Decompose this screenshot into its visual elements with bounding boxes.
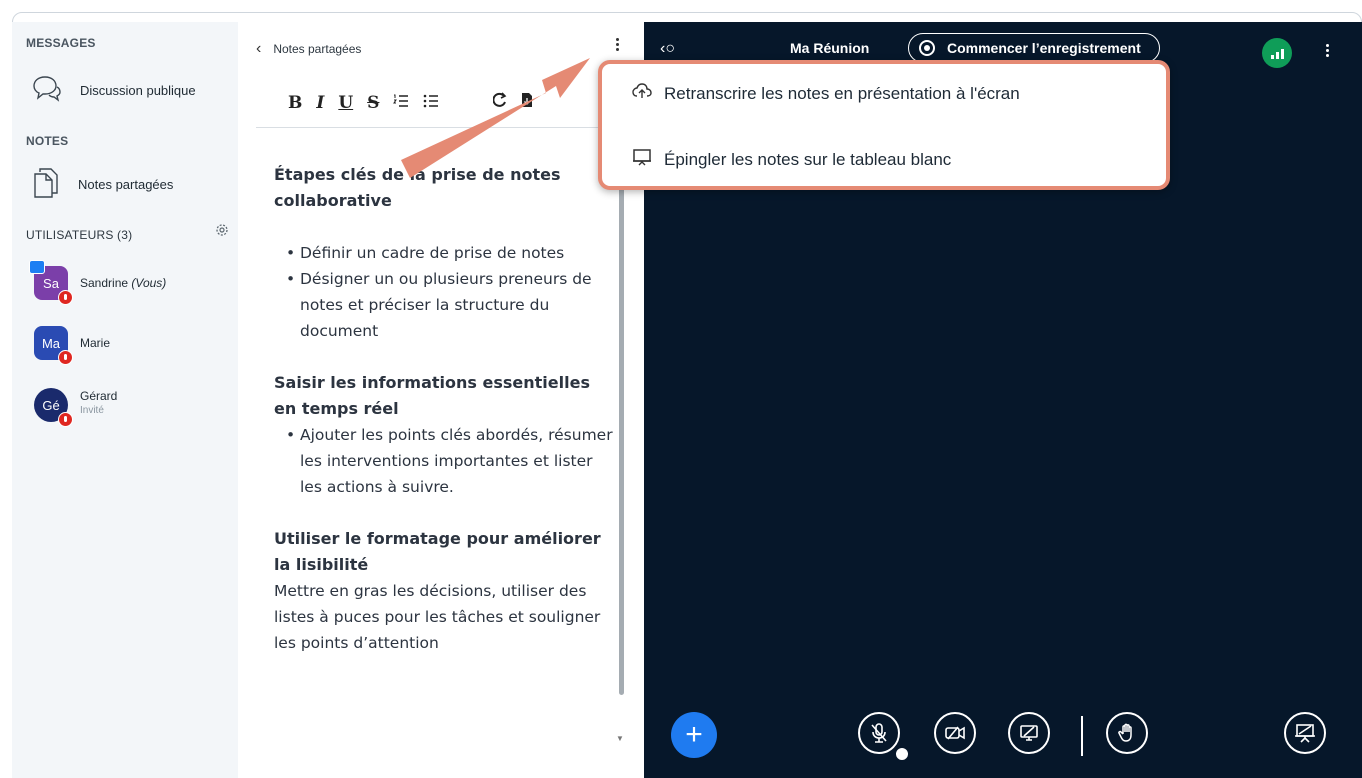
bullet-list-icon[interactable] xyxy=(423,93,439,113)
notes-section-title: NOTES xyxy=(26,134,69,148)
more-options-icon[interactable] xyxy=(1322,42,1332,62)
note-list-item: Définir un cadre de prise de notes xyxy=(286,240,614,266)
microphone-muted-icon[interactable] xyxy=(858,712,900,754)
avatar: Ma xyxy=(34,326,73,365)
user-list-item[interactable]: Ma Marie xyxy=(34,326,111,365)
controls-divider xyxy=(1081,716,1083,756)
notes-header: ‹ Notes partagées xyxy=(256,40,361,58)
chevron-up-icon[interactable] xyxy=(894,746,910,762)
shared-notes-panel: ‹ Notes partagées B I U S Étapes clés de… xyxy=(238,22,644,778)
sidebar-item-label: Notes partagées xyxy=(78,177,174,192)
connection-status-icon[interactable] xyxy=(1262,38,1292,68)
note-heading: Utiliser le formatage pour améliorer la … xyxy=(274,529,601,574)
record-label: Commencer l’enregistrement xyxy=(947,40,1141,56)
chevron-left-icon[interactable]: ‹ xyxy=(256,40,261,58)
start-recording-button[interactable]: Commencer l’enregistrement xyxy=(908,33,1160,63)
presentation-icon[interactable] xyxy=(1284,712,1326,754)
avatar-initials: Ma xyxy=(41,335,61,351)
redo-icon[interactable] xyxy=(492,92,507,113)
user-list-item[interactable]: Sa Sandrine (Vous) xyxy=(29,260,166,305)
meeting-title: Ma Réunion xyxy=(790,40,870,56)
scrollbar[interactable] xyxy=(619,150,624,695)
notes-options-menu: Retranscrire les notes en présentation à… xyxy=(598,60,1170,190)
microphone-muted-icon xyxy=(58,290,73,305)
user-name: Sandrine (Vous) xyxy=(80,276,166,290)
menu-item-label: Retranscrire les notes en présentation à… xyxy=(664,83,1020,103)
users-section-title: UTILISATEURS (3) xyxy=(26,228,133,242)
notes-document[interactable]: Étapes clés de la prise de notes collabo… xyxy=(274,162,614,754)
note-list-item: Ajouter les points clés abordés, résumer… xyxy=(286,422,614,500)
cloud-upload-icon xyxy=(632,82,652,105)
avatar: Gé xyxy=(34,388,73,427)
user-role: Invité xyxy=(80,404,104,416)
user-name-text: Sandrine xyxy=(80,276,129,290)
record-icon xyxy=(919,40,935,56)
microphone-muted-icon xyxy=(58,412,73,427)
camera-off-icon[interactable] xyxy=(934,712,976,754)
user-info: Gérard Invité xyxy=(80,389,117,416)
document-icon xyxy=(32,166,60,203)
note-heading: Étapes clés de la prise de notes collabo… xyxy=(274,165,561,210)
toolbar-divider xyxy=(256,127,620,128)
sidebar-item-label: Discussion publique xyxy=(80,83,196,98)
note-list: Ajouter les points clés abordés, résumer… xyxy=(274,422,614,500)
user-you-suffix: (Vous) xyxy=(131,276,167,290)
collapse-panel-icon[interactable]: ‹○ xyxy=(660,40,675,58)
italic-button[interactable]: I xyxy=(316,93,324,113)
user-name: Gérard xyxy=(80,388,118,403)
presenter-icon xyxy=(29,260,45,274)
notes-title: Notes partagées xyxy=(273,42,362,56)
export-icon[interactable] xyxy=(521,92,533,113)
user-list-item[interactable]: Gé Gérard Invité xyxy=(34,388,117,427)
microphone-muted-icon xyxy=(58,350,73,365)
sidebar-item-shared-notes[interactable]: Notes partagées xyxy=(32,166,173,203)
user-name: Marie xyxy=(80,336,111,350)
strikethrough-button[interactable]: S xyxy=(367,93,379,113)
scroll-down-icon[interactable]: ▼ xyxy=(616,734,624,743)
avatar-initials: Sa xyxy=(43,275,59,291)
chat-bubble-icon xyxy=(32,74,62,107)
editor-toolbar: B I U S xyxy=(288,92,533,113)
whiteboard-icon xyxy=(632,148,652,171)
plus-icon[interactable]: + xyxy=(671,712,717,758)
messages-section-title: MESSAGES xyxy=(26,36,96,50)
note-paragraph: Mettre en gras les décisions, utiliser d… xyxy=(274,582,601,652)
menu-item-label: Épingler les notes sur le tableau blanc xyxy=(664,149,952,169)
avatar: Sa xyxy=(29,260,73,305)
menu-item-pin-to-whiteboard[interactable]: Épingler les notes sur le tableau blanc xyxy=(632,148,951,171)
ordered-list-icon[interactable] xyxy=(393,93,409,113)
sidebar-item-public-chat[interactable]: Discussion publique xyxy=(32,74,196,107)
note-list-item: Désigner un ou plusieurs preneurs de not… xyxy=(286,266,614,344)
gear-icon[interactable] xyxy=(214,222,230,243)
screen-share-off-icon[interactable] xyxy=(1008,712,1050,754)
raise-hand-icon[interactable] xyxy=(1106,712,1148,754)
more-options-icon[interactable] xyxy=(612,36,622,56)
note-heading: Saisir les informations essentielles en … xyxy=(274,373,590,418)
note-list: Définir un cadre de prise de notes Désig… xyxy=(274,240,614,344)
underline-button[interactable]: U xyxy=(338,93,353,113)
avatar-initials: Gé xyxy=(42,397,60,413)
menu-item-convert-to-presentation[interactable]: Retranscrire les notes en présentation à… xyxy=(632,82,1020,105)
bold-button[interactable]: B xyxy=(288,93,302,113)
